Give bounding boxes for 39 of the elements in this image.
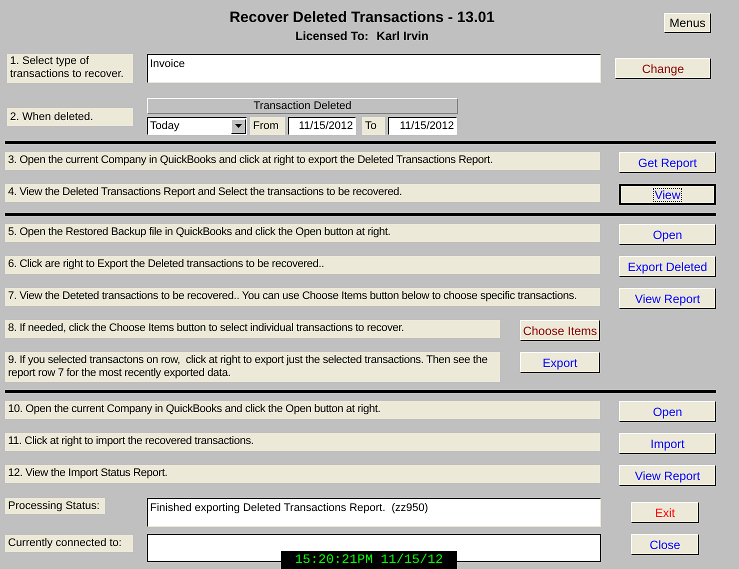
license-label: Licensed To: — [295, 28, 369, 44]
action-button[interactable]: Close — [631, 534, 699, 555]
step-label: 2. When deleted. — [7, 108, 133, 126]
action-button[interactable]: Choose Items — [520, 320, 600, 341]
step-label: 9. If you selected transactons on row, click at right to export just the selected transactions. Then see the report row 7 for the most recently exported data. — [5, 352, 500, 382]
step-label: 1. Select type of transactions to recover. — [7, 54, 133, 83]
to-label: To — [362, 117, 385, 135]
to-date-field[interactable]: 11/15/2012 — [388, 117, 457, 135]
step-label: 10. Open the current Company in QuickBooks and click the Open button at right. — [5, 401, 600, 419]
action-button[interactable]: View Report — [619, 465, 716, 486]
action-button[interactable]: Export Deleted — [619, 256, 716, 277]
status-label: Processing Status: — [5, 498, 105, 514]
processing-status-field: Finished exporting Deleted Transactions Report. (zz950) — [147, 498, 601, 527]
action-button[interactable]: View — [619, 184, 716, 205]
period-dropdown[interactable]: Today — [147, 117, 247, 135]
from-date-field[interactable]: 11/15/2012 — [288, 117, 356, 135]
step-label: 3. Open the current Company in QuickBooks and click at right to export the Deleted Transactions Report. — [5, 152, 600, 170]
action-button[interactable]: Open — [619, 401, 716, 422]
action-button[interactable]: Change — [615, 58, 711, 79]
menus-button[interactable]: Menus — [664, 13, 711, 33]
group-header: Transaction Deleted — [147, 98, 458, 114]
step-label: 5. Open the Restored Backup file in QuickBooks and click the Open button at right. — [5, 224, 600, 242]
window-title: Recover Deleted Transactions - 13.01 — [229, 8, 495, 28]
connection-label: Currently connected to: — [5, 535, 133, 552]
license-name: Karl Irvin — [376, 28, 429, 44]
action-button[interactable]: Open — [619, 224, 716, 245]
action-button[interactable]: Get Report — [619, 152, 716, 173]
action-button[interactable]: View Report — [619, 288, 716, 309]
transaction-type-field[interactable]: Invoice — [147, 54, 601, 83]
step-label: 11. Click at right to import the recovered transactions. — [5, 433, 600, 451]
clock-display: 15:20:21PM 11/15/12 — [281, 551, 457, 569]
action-button[interactable]: Import — [619, 433, 716, 454]
step-label: 6. Click are right to Export the Deleted transactions to be recovered.. — [5, 256, 600, 274]
step-label: 12. View the Import Status Report. — [5, 465, 600, 483]
step-label: 7. View the Deteted transactions to be recovered.. You can use Choose Items button below to choose specific transactions. — [5, 288, 600, 306]
action-button[interactable]: Export — [520, 352, 600, 373]
step-label: 8. If needed, click the Choose Items button to select individual transactions to recover. — [5, 320, 500, 338]
from-label: From — [250, 117, 285, 135]
step-label: 4. View the Deleted Transactions Report and Select the transactions to be recovered. — [5, 184, 600, 202]
